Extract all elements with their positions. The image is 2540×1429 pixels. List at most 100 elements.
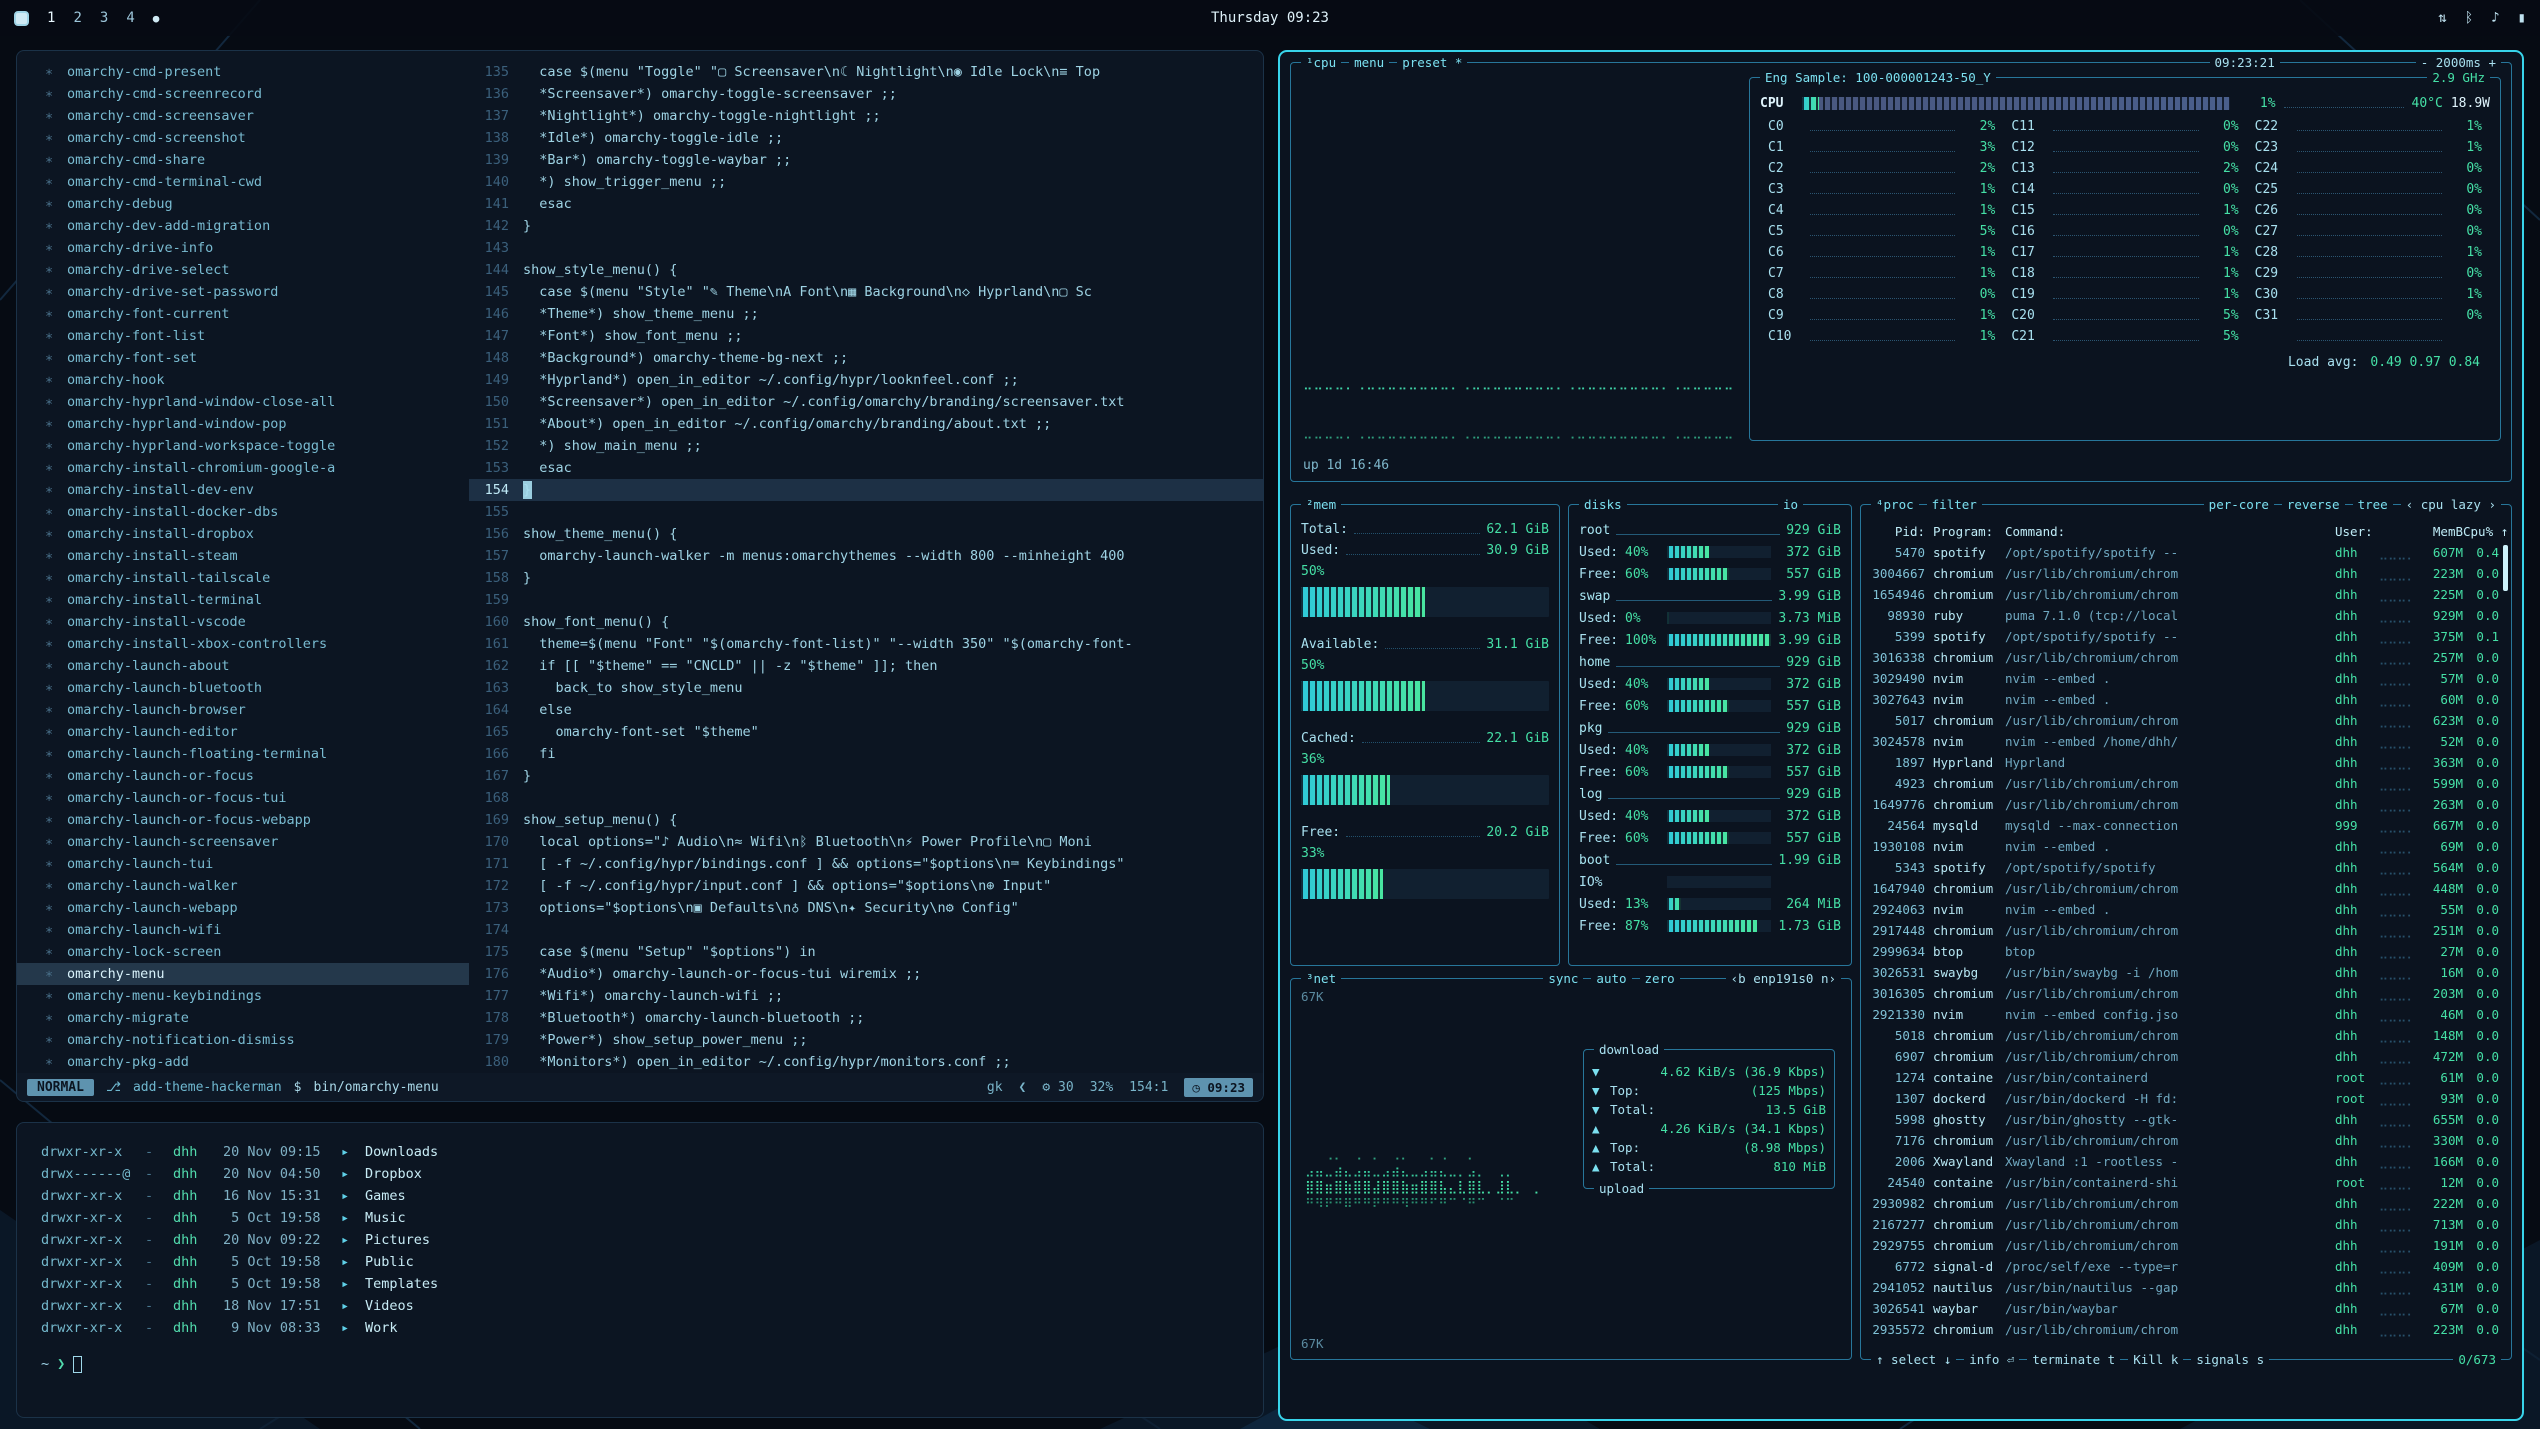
- process-row[interactable]: 1649776 chromium /usr/lib/chromium/chrom…: [1871, 794, 2503, 815]
- code-line[interactable]: 140 *) show_trigger_menu ;;: [469, 171, 1263, 193]
- file-item[interactable]: ∗ omarchy-cmd-present: [17, 61, 469, 83]
- process-row[interactable]: 7176 chromium /usr/lib/chromium/chrom dh…: [1871, 1130, 2503, 1151]
- file-item[interactable]: ∗ omarchy-install-chromium-google-a: [17, 457, 469, 479]
- process-row[interactable]: 1654946 chromium /usr/lib/chromium/chrom…: [1871, 584, 2503, 605]
- file-item[interactable]: ∗ omarchy-migrate: [17, 1007, 469, 1029]
- code-line[interactable]: 165 omarchy-font-set "$theme": [469, 721, 1263, 743]
- code-line[interactable]: 164 else: [469, 699, 1263, 721]
- file-item[interactable]: ∗ omarchy-launch-or-focus-tui: [17, 787, 469, 809]
- code-line[interactable]: 135 case $(menu "Toggle" "▢ Screensaver\…: [469, 61, 1263, 83]
- process-row[interactable]: 2929755 chromium /usr/lib/chromium/chrom…: [1871, 1235, 2503, 1256]
- process-row[interactable]: 3029490 nvim nvim --embed . dhh ⣀⣀⣀⡀ 57M…: [1871, 668, 2503, 689]
- process-table-header[interactable]: Pid: Program: Command: User: MemB Cpu% ↑: [1871, 521, 2503, 542]
- file-item[interactable]: ∗ omarchy-hyprland-workspace-toggle: [17, 435, 469, 457]
- code-line[interactable]: 154 }: [469, 479, 1263, 501]
- file-item[interactable]: ∗ omarchy-font-current: [17, 303, 469, 325]
- code-line[interactable]: 152 *) show_main_menu ;;: [469, 435, 1263, 457]
- code-line[interactable]: 178 *Bluetooth*) omarchy-launch-bluetoot…: [469, 1007, 1263, 1029]
- code-line[interactable]: 166 fi: [469, 743, 1263, 765]
- code-line[interactable]: 174: [469, 919, 1263, 941]
- file-item[interactable]: ∗ omarchy-hyprland-window-pop: [17, 413, 469, 435]
- process-row[interactable]: 6772 signal-d /proc/self/exe --type=r dh…: [1871, 1256, 2503, 1277]
- tree-toggle[interactable]: tree: [2353, 496, 2393, 513]
- code-line[interactable]: 147 *Font*) show_font_menu ;;: [469, 325, 1263, 347]
- header-pid[interactable]: Pid:: [1871, 521, 1933, 542]
- process-row[interactable]: 3027643 nvim nvim --embed . dhh ⣀⣀⣀⡀ 60M…: [1871, 689, 2503, 710]
- code-line[interactable]: 177 *Wifi*) omarchy-launch-wifi ;;: [469, 985, 1263, 1007]
- file-item[interactable]: ∗ omarchy-install-docker-dbs: [17, 501, 469, 523]
- process-row[interactable]: 2935572 chromium /usr/lib/chromium/chrom…: [1871, 1319, 2503, 1340]
- process-row[interactable]: 3016305 chromium /usr/lib/chromium/chrom…: [1871, 983, 2503, 1004]
- code-line[interactable]: 171 [ -f ~/.config/hypr/bindings.conf ] …: [469, 853, 1263, 875]
- process-row[interactable]: 1930108 nvim nvim --embed . dhh ⣀⣀⣀⡀ 69M…: [1871, 836, 2503, 857]
- file-item[interactable]: ∗ omarchy-cmd-share: [17, 149, 469, 171]
- code-line[interactable]: 156 show_theme_menu() {: [469, 523, 1263, 545]
- header-program[interactable]: Program:: [1933, 521, 2005, 542]
- file-item[interactable]: ∗ omarchy-launch-editor: [17, 721, 469, 743]
- process-row[interactable]: 5998 ghostty /usr/bin/ghostty --gtk- dhh…: [1871, 1109, 2503, 1130]
- code-line[interactable]: 143: [469, 237, 1263, 259]
- process-row[interactable]: 6907 chromium /usr/lib/chromium/chrom dh…: [1871, 1046, 2503, 1067]
- file-item[interactable]: ∗ omarchy-hyprland-window-close-all: [17, 391, 469, 413]
- code-line[interactable]: 173 options="$options\n▣ Defaults\n♁ DNS…: [469, 897, 1263, 919]
- code-line[interactable]: 142 }: [469, 215, 1263, 237]
- code-line[interactable]: 170 local options="♪ Audio\n≈ Wifi\nᛒ Bl…: [469, 831, 1263, 853]
- code-line[interactable]: 167 }: [469, 765, 1263, 787]
- io-tab[interactable]: io: [1778, 496, 1803, 513]
- auto-tab[interactable]: auto: [1591, 970, 1631, 987]
- header-memb[interactable]: MemB: [2419, 521, 2463, 542]
- process-row[interactable]: 1307 dockerd /usr/bin/dockerd -H fd: roo…: [1871, 1088, 2503, 1109]
- code-line[interactable]: 155: [469, 501, 1263, 523]
- file-item[interactable]: ∗ omarchy-launch-wifi: [17, 919, 469, 941]
- code-line[interactable]: 138 *Idle*) omarchy-toggle-idle ;;: [469, 127, 1263, 149]
- process-row[interactable]: 98930 ruby puma 7.1.0 (tcp://local dhh ⣀…: [1871, 605, 2503, 626]
- code-line[interactable]: 151 *About*) open_in_editor ~/.config/om…: [469, 413, 1263, 435]
- code-line[interactable]: 168: [469, 787, 1263, 809]
- file-item[interactable]: ∗ omarchy-cmd-screensaver: [17, 105, 469, 127]
- code-line[interactable]: 159: [469, 589, 1263, 611]
- file-item[interactable]: ∗ omarchy-drive-set-password: [17, 281, 469, 303]
- file-item[interactable]: ∗ omarchy-notification-dismiss: [17, 1029, 469, 1051]
- file-item[interactable]: ∗ omarchy-hook: [17, 369, 469, 391]
- code-line[interactable]: 169 show_setup_menu() {: [469, 809, 1263, 831]
- preset-button[interactable]: preset *: [1397, 54, 1467, 71]
- file-item[interactable]: ∗ omarchy-drive-info: [17, 237, 469, 259]
- code-line[interactable]: 149 *Hyprland*) open_in_editor ~/.config…: [469, 369, 1263, 391]
- footer-action[interactable]: signals s: [2191, 1351, 2269, 1368]
- filter-button[interactable]: filter: [1927, 496, 1982, 513]
- process-row[interactable]: 5343 spotify /opt/spotify/spotify dhh ⣀⣀…: [1871, 857, 2503, 878]
- process-row[interactable]: 3026541 waybar /usr/bin/waybar dhh ⣀⣀⣀⡀ …: [1871, 1298, 2503, 1319]
- code-area[interactable]: 135 case $(menu "Toggle" "▢ Screensaver\…: [469, 61, 1263, 1073]
- footer-action[interactable]: ↑ select ↓: [1871, 1351, 1956, 1368]
- network-icon[interactable]: ⇅: [2438, 10, 2446, 26]
- code-line[interactable]: 158 }: [469, 567, 1263, 589]
- file-item[interactable]: ∗ omarchy-font-set: [17, 347, 469, 369]
- code-line[interactable]: 145 case $(menu "Style" "✎ Theme\nA Font…: [469, 281, 1263, 303]
- file-item[interactable]: ∗ omarchy-launch-or-focus-webapp: [17, 809, 469, 831]
- file-item[interactable]: ∗ omarchy-launch-about: [17, 655, 469, 677]
- file-item[interactable]: ∗ omarchy-font-list: [17, 325, 469, 347]
- code-line[interactable]: 175 case $(menu "Setup" "$options") in: [469, 941, 1263, 963]
- file-item[interactable]: ∗ omarchy-cmd-terminal-cwd: [17, 171, 469, 193]
- code-line[interactable]: 141 esac: [469, 193, 1263, 215]
- process-row[interactable]: 1647940 chromium /usr/lib/chromium/chrom…: [1871, 878, 2503, 899]
- process-row[interactable]: 1897 Hyprland Hyprland dhh ⣀⣀⣀⡀ 363M 0.0: [1871, 752, 2503, 773]
- file-item[interactable]: ∗ omarchy-launch-walker: [17, 875, 469, 897]
- code-line[interactable]: 162 if [[ "$theme" == "CNCLD" || -z "$th…: [469, 655, 1263, 677]
- process-row[interactable]: 5399 spotify /opt/spotify/spotify -- dhh…: [1871, 626, 2503, 647]
- process-row[interactable]: 24564 mysqld mysqld --max-connection 999…: [1871, 815, 2503, 836]
- file-item[interactable]: ∗ omarchy-install-vscode: [17, 611, 469, 633]
- footer-action[interactable]: terminate t: [2027, 1351, 2120, 1368]
- process-row[interactable]: 3024578 nvim nvim --embed /home/dhh/ dhh…: [1871, 731, 2503, 752]
- sync-tab[interactable]: sync: [1543, 970, 1583, 987]
- process-row[interactable]: 2930982 chromium /usr/lib/chromium/chrom…: [1871, 1193, 2503, 1214]
- process-row[interactable]: 2917448 chromium /usr/lib/chromium/chrom…: [1871, 920, 2503, 941]
- code-line[interactable]: 150 *Screensaver*) open_in_editor ~/.con…: [469, 391, 1263, 413]
- battery-icon[interactable]: ▮: [2518, 10, 2526, 26]
- file-item[interactable]: ∗ omarchy-lock-screen: [17, 941, 469, 963]
- reverse-toggle[interactable]: reverse: [2282, 496, 2345, 513]
- code-line[interactable]: 136 *Screensaver*) omarchy-toggle-screen…: [469, 83, 1263, 105]
- code-line[interactable]: 148 *Background*) omarchy-theme-bg-next …: [469, 347, 1263, 369]
- sort-mode-selector[interactable]: ‹ cpu lazy ›: [2401, 496, 2501, 513]
- code-line[interactable]: 161 theme=$(menu "Font" "$(omarchy-font-…: [469, 633, 1263, 655]
